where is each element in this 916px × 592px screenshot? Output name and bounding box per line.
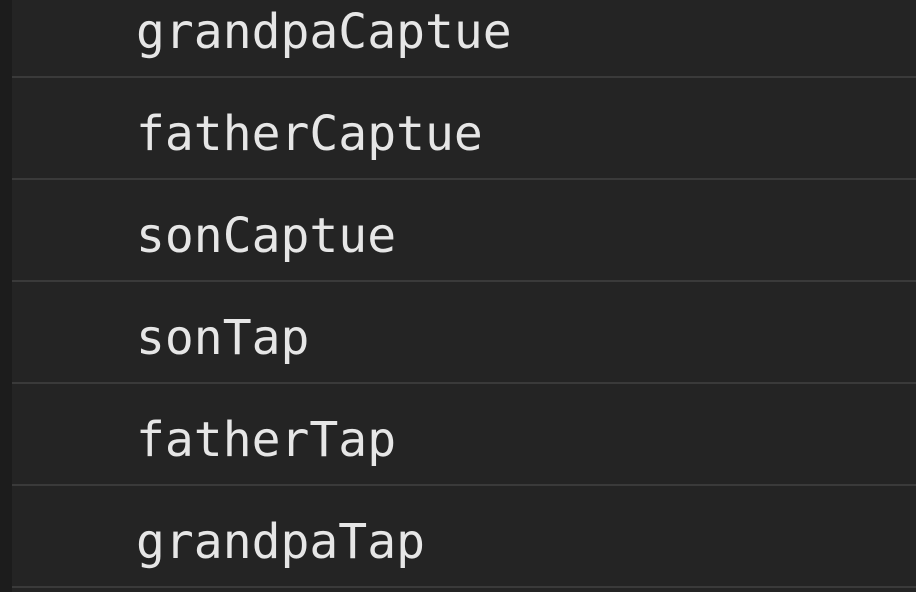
console-log-panel: grandpaCaptue fatherCaptue sonCaptue son… xyxy=(0,0,916,592)
console-log-message: sonCaptue xyxy=(136,208,397,264)
console-log-message: grandpaCaptue xyxy=(136,4,512,60)
console-log-message: sonTap xyxy=(136,310,310,366)
console-log-message: fatherTap xyxy=(136,412,397,468)
console-log-row[interactable]: sonCaptue xyxy=(12,180,916,282)
console-log-message: grandpaTap xyxy=(136,514,425,570)
console-log-row[interactable]: grandpaCaptue xyxy=(12,0,916,78)
console-log-row[interactable]: fatherTap xyxy=(12,384,916,486)
console-log-row[interactable]: grandpaTap xyxy=(12,486,916,588)
console-log-row[interactable]: sonTap xyxy=(12,282,916,384)
console-log-message: fatherCaptue xyxy=(136,106,483,162)
console-log-row[interactable]: fatherCaptue xyxy=(12,78,916,180)
